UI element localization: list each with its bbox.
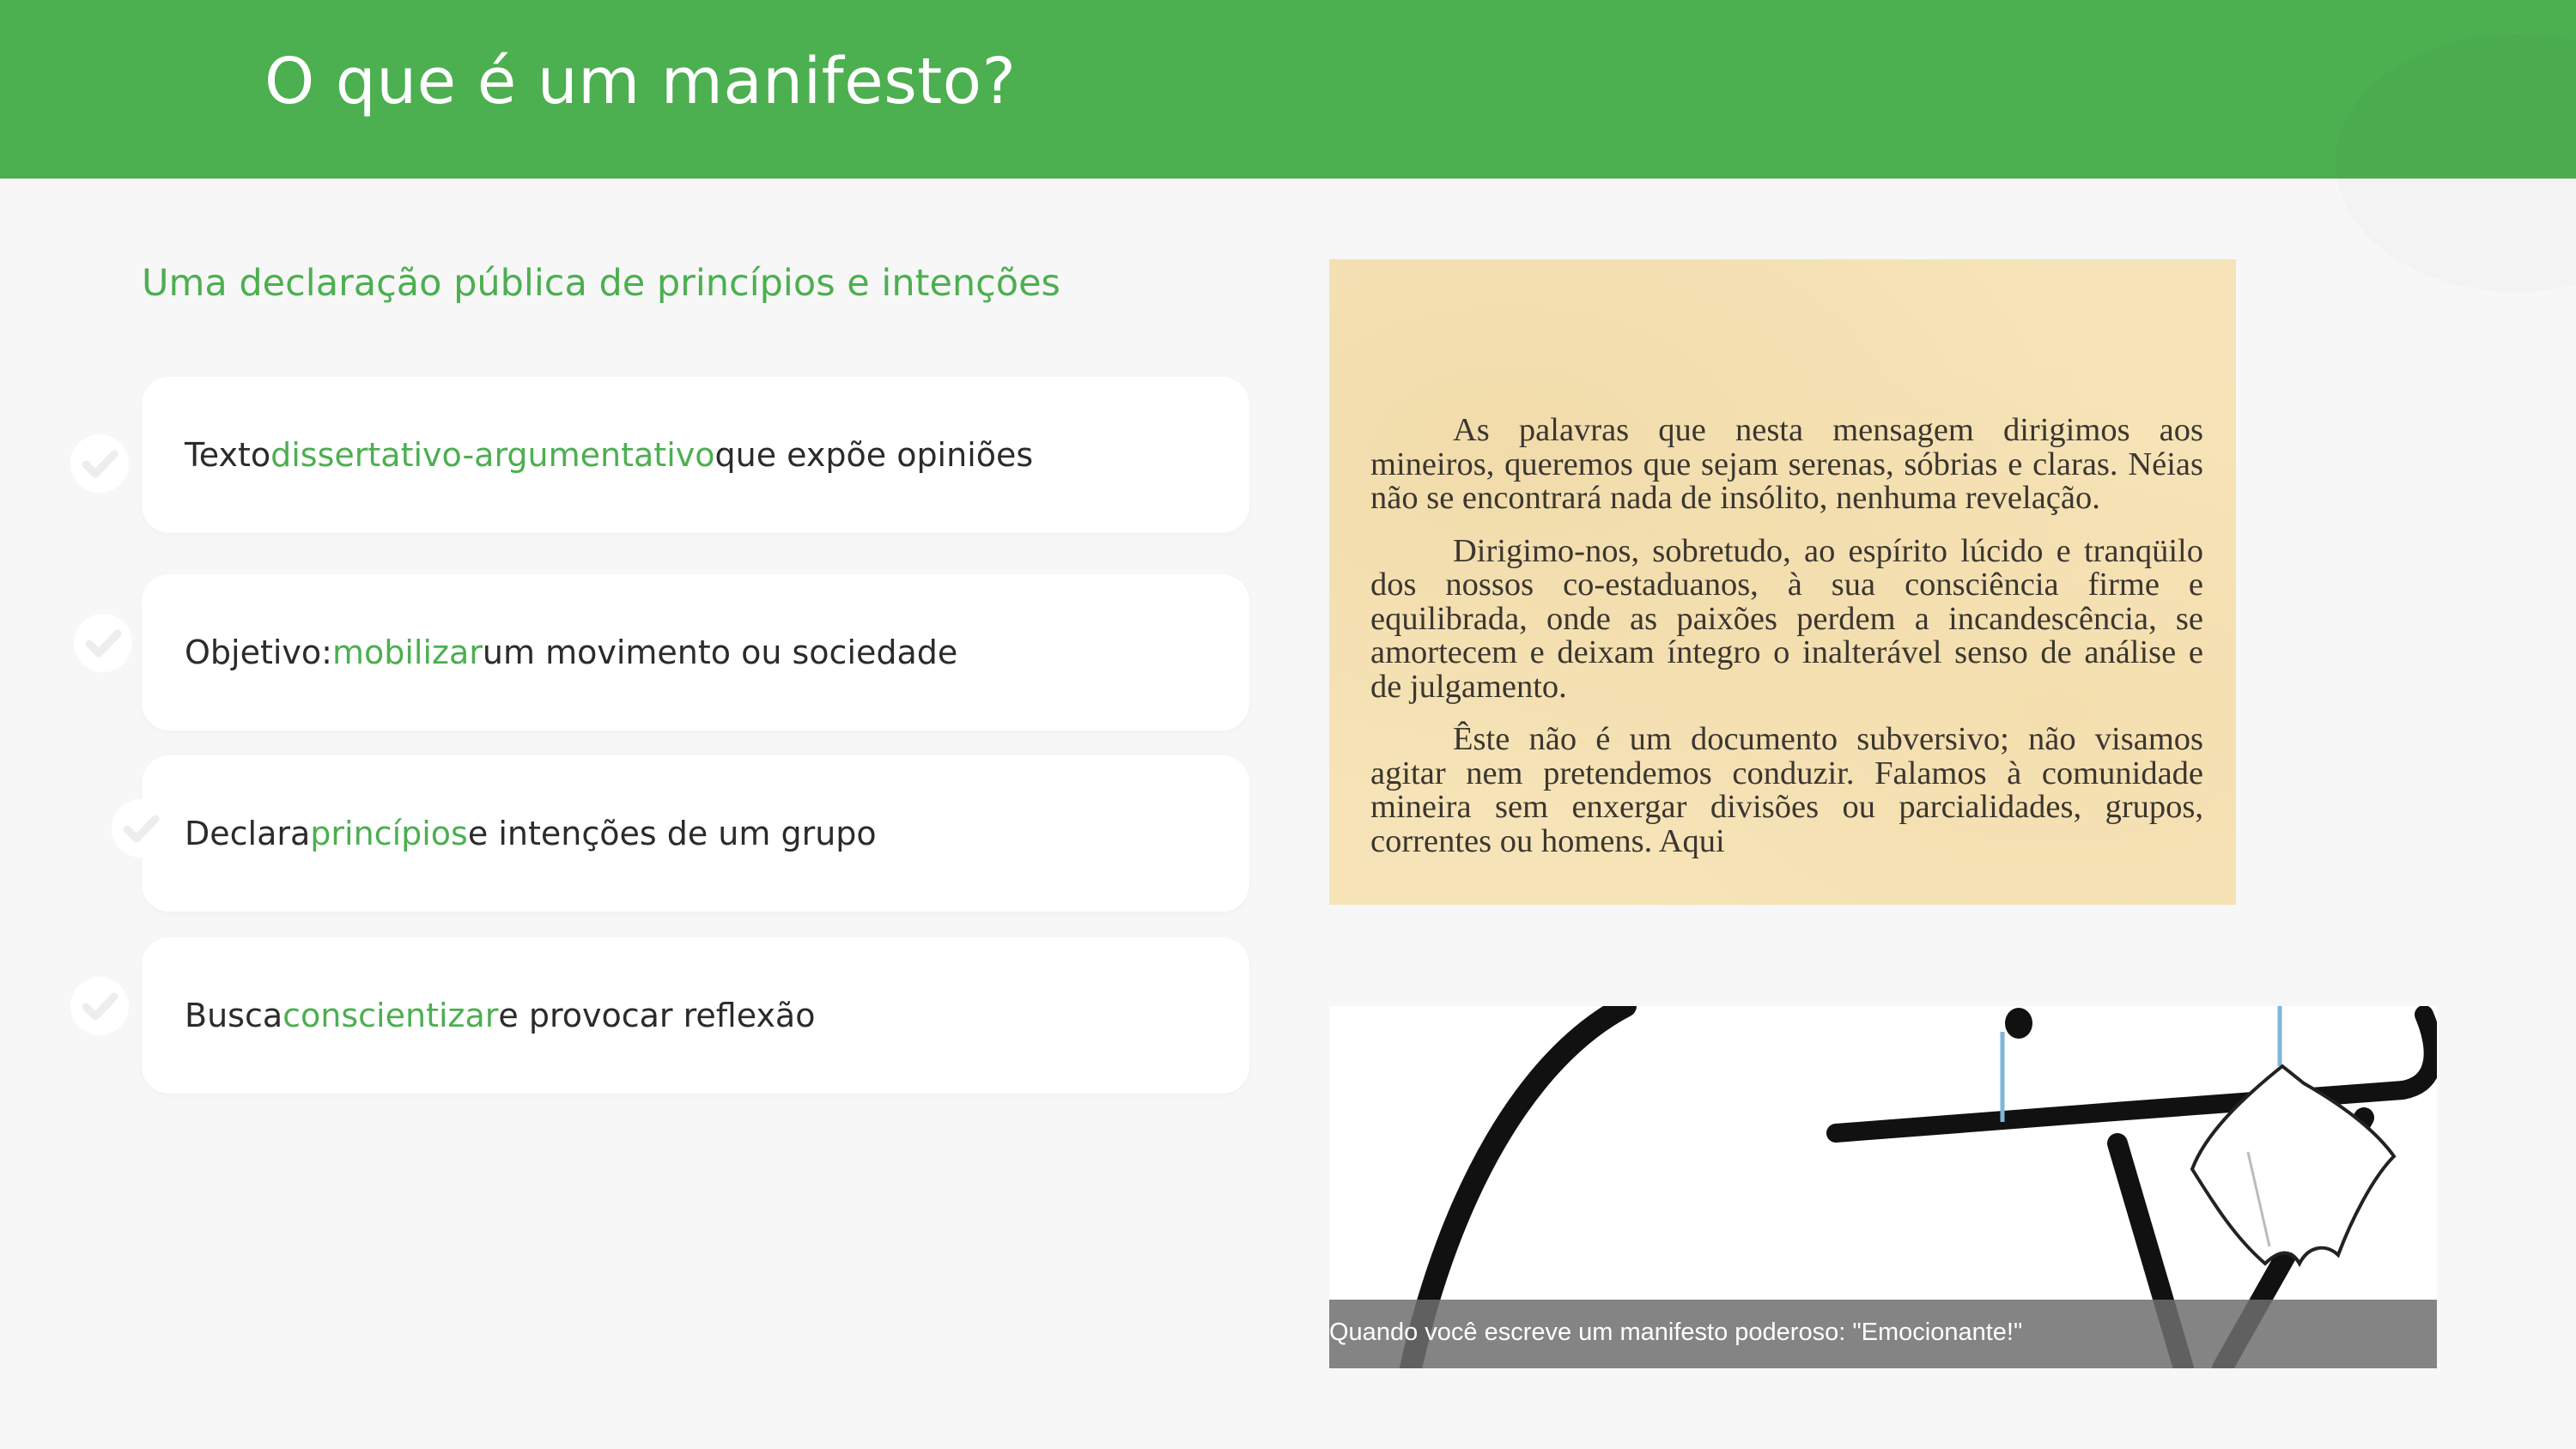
item-text-before: Objetivo: [185, 634, 332, 671]
item-highlight: princípios [310, 815, 468, 852]
list-item-text: Objetivo: mobilizar um movimento ou soci… [185, 574, 957, 731]
item-text-after: e provocar reflexão [498, 997, 816, 1034]
item-text-after: que expõe opiniões [714, 436, 1034, 474]
section-subtitle: Uma declaração pública de princípios e i… [142, 262, 1060, 305]
item-highlight: conscientizar [283, 997, 499, 1034]
document-paragraph: As palavras que nesta mensagem dirigimos… [1370, 412, 2203, 516]
item-text-before: Declara [185, 815, 311, 852]
check-circle-icon [74, 614, 132, 672]
check-circle-icon [70, 434, 129, 493]
meme-image: Quando você escreve um manifesto poderos… [1329, 1006, 2437, 1368]
manifesto-document-image: As palavras que nesta mensagem dirigimos… [1329, 259, 2236, 905]
list-item-text: Busca conscientizar e provocar reflexão [185, 937, 815, 1094]
document-paragraph: Dirigimo-nos, sobretudo, ao espírito lúc… [1370, 532, 2203, 705]
list-item: Busca conscientizar e provocar reflexão [142, 937, 1249, 1094]
list-item: Declara princípios e intenções de um gru… [142, 755, 1249, 912]
document-text: As palavras que nesta mensagem dirigimos… [1370, 412, 2203, 877]
list-item: Objetivo: mobilizar um movimento ou soci… [142, 574, 1249, 731]
check-circle-icon [70, 977, 129, 1035]
list-item: Texto dissertativo-argumentativo que exp… [142, 377, 1249, 533]
item-text-before: Texto [185, 436, 271, 474]
item-highlight: dissertativo-argumentativo [270, 436, 715, 474]
meme-caption: Quando você escreve um manifesto poderos… [1329, 1300, 2437, 1368]
document-paragraph: Êste não é um documento subversivo; não … [1370, 721, 2203, 859]
item-highlight: mobilizar [331, 634, 483, 671]
meme-caption-text: Quando você escreve um manifesto poderos… [1329, 1319, 2023, 1346]
item-text-before: Busca [185, 997, 283, 1034]
header-bar: O que é um manifesto? [0, 0, 2576, 179]
list-item-text: Declara princípios e intenções de um gru… [185, 755, 877, 912]
page-title: O que é um manifesto? [264, 45, 1017, 118]
item-text-after: e intenções de um grupo [467, 815, 877, 852]
check-circle-icon [112, 799, 170, 858]
list-item-text: Texto dissertativo-argumentativo que exp… [185, 377, 1033, 533]
item-text-after: um movimento ou sociedade [482, 634, 958, 671]
